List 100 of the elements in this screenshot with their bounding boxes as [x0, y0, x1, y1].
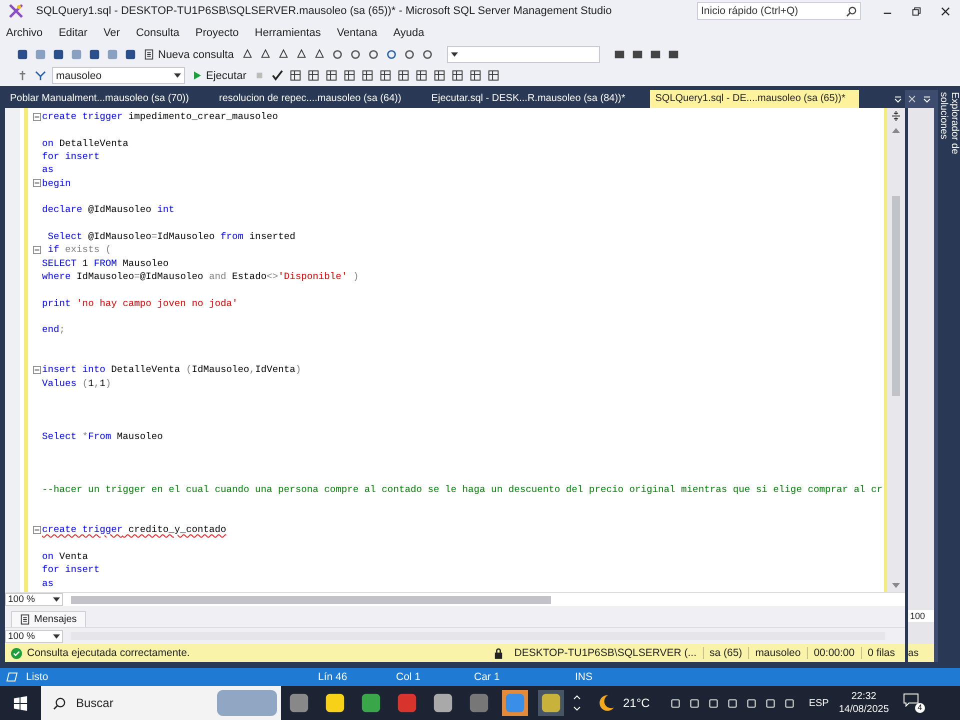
user-name: sa (65)	[704, 647, 750, 659]
code-line: Select *From Mausoleo	[42, 431, 163, 442]
menu-item[interactable]: Consulta	[136, 27, 180, 39]
split-icon[interactable]	[890, 110, 902, 122]
code-line: as	[42, 164, 54, 176]
solution-explorer-tab[interactable]: Explorador de soluciones	[938, 92, 960, 182]
zoom-dropdown[interactable]: 100 %	[5, 630, 63, 642]
scroll-arrows-icon[interactable]	[573, 693, 581, 713]
grid-icon[interactable]	[451, 69, 464, 82]
document-tab[interactable]: Poblar Manualment...mausoleo (sa (70))	[5, 90, 194, 108]
grid-icon[interactable]	[415, 69, 428, 82]
code-line: create trigger impedimento_crear_mausoleo	[42, 111, 278, 122]
weather-temperature[interactable]: 21°C	[623, 696, 650, 710]
line-number: Lín 46	[318, 671, 348, 683]
grid-icon[interactable]	[469, 69, 482, 82]
code-line: for insert	[42, 151, 100, 162]
document-icon	[144, 49, 154, 60]
lock-icon	[494, 648, 504, 658]
collapse-icon[interactable]	[33, 526, 41, 534]
dropdown-arrow-icon	[450, 52, 458, 57]
tab-list-icon[interactable]	[893, 94, 904, 104]
new-query-button[interactable]: Nueva consulta	[142, 48, 236, 60]
server-name: DESKTOP-TU1P6SB\SQLSERVER (...	[508, 647, 704, 659]
code-line: Values (1,1)	[42, 378, 112, 389]
clock[interactable]: 22:32 14/08/2025	[838, 690, 889, 716]
grid-icon[interactable]	[307, 69, 320, 82]
code-line: end;	[42, 324, 66, 336]
code-line: as	[42, 578, 54, 589]
status-text: as	[908, 648, 919, 658]
check-icon[interactable]	[271, 69, 284, 82]
status-icon	[6, 672, 18, 682]
dropdown-arrow-icon	[174, 73, 181, 78]
code-line: begin	[42, 178, 71, 189]
grid-icon[interactable]	[361, 69, 374, 82]
document-tab[interactable]: Ejecutar.sql - DESK...R.mausoleo (sa (84))*	[426, 90, 630, 108]
windows-start-icon[interactable]	[13, 696, 28, 710]
code-line: on DetalleVenta	[42, 138, 128, 149]
search-icon	[53, 696, 66, 710]
code-line: for insert	[42, 564, 100, 576]
close-icon[interactable]	[940, 6, 951, 16]
grid-icon[interactable]	[379, 69, 392, 82]
collapse-icon[interactable]	[33, 112, 41, 121]
grid-icon[interactable]	[343, 69, 356, 82]
status-text: Listo	[26, 671, 50, 683]
menu-item[interactable]: Ver	[103, 27, 120, 39]
menu-item[interactable]: Editar	[58, 27, 88, 39]
chat-icon	[902, 693, 919, 707]
execute-button[interactable]: Ejecutar	[190, 70, 248, 82]
code-line: where IdMausoleo=@IdMausoleo and Estado<>'Disponible' )	[42, 271, 359, 282]
moon-icon	[597, 694, 615, 712]
window-title: SQLQuery1.sql - DESKTOP-TU1P6SB\SQLSERVER.mausoleo (sa (65))* - Microsoft SQL Server Management Studio	[36, 5, 613, 17]
menu-item[interactable]: Archivo	[6, 27, 43, 39]
collapse-icon[interactable]	[33, 366, 41, 374]
messages-tab[interactable]: Mensajes	[11, 611, 86, 627]
menu-item[interactable]: Ayuda	[393, 27, 424, 39]
app-icon[interactable]	[538, 690, 564, 716]
document-tab[interactable]: resolucion de repec....mausoleo (sa (64))	[214, 90, 406, 108]
row-count: 0 filas	[866, 647, 896, 659]
grid-icon[interactable]	[433, 69, 446, 82]
scroll-down-icon[interactable]	[892, 583, 900, 589]
grid-icon[interactable]	[325, 69, 338, 82]
code-line: Select @IdMausoleo=IdMausoleo from inserted	[46, 231, 296, 242]
menu-item[interactable]: Ventana	[336, 27, 378, 39]
scroll-thumb[interactable]	[71, 596, 551, 604]
insert-mode: INS	[575, 671, 594, 683]
collapse-icon[interactable]	[33, 246, 41, 254]
code-line: create trigger credito_y_contado	[42, 524, 226, 536]
menu-item[interactable]: Herramientas	[254, 27, 321, 39]
success-icon	[11, 648, 22, 658]
restore-icon[interactable]	[911, 6, 922, 16]
notification-button[interactable]: 4	[902, 693, 925, 713]
elapsed-time: 00:00:00	[808, 647, 862, 659]
code-line: if exists (	[46, 244, 112, 256]
grid-icon[interactable]	[397, 69, 410, 82]
column-number: Col 1	[396, 671, 422, 683]
code-line: on Venta	[42, 550, 88, 562]
zoom-dropdown[interactable]: 100 %	[5, 593, 63, 606]
pane-menu-icon[interactable]	[922, 94, 932, 104]
search-highlight-picture	[217, 690, 277, 716]
status-message: Consulta ejecutada correctamente.	[27, 647, 191, 659]
document-tab[interactable]: SQLQuery1.sql - DE....mausoleo (sa (65))*	[650, 90, 860, 108]
document-icon	[20, 614, 30, 625]
database-name: mausoleo	[749, 647, 808, 659]
quick-launch-field[interactable]: Inicio rápido (Ctrl+Q)	[697, 2, 861, 20]
zoom-level: 100	[908, 610, 934, 622]
dropdown-arrow-icon	[53, 634, 60, 638]
scroll-thumb[interactable]	[892, 196, 900, 396]
notification-count: 4	[914, 703, 925, 713]
scroll-up-icon[interactable]	[892, 127, 900, 133]
collapse-icon[interactable]	[33, 179, 41, 188]
code-line: --hacer un trigger en el cual cuando una persona compre al contado se le haga un descuento del precio original mientras que si elige comprar al cr	[42, 484, 883, 496]
grid-icon[interactable]	[289, 69, 302, 82]
code-line: insert into DetalleVenta (IdMausoleo,IdVenta)	[42, 364, 302, 376]
dropdown-arrow-icon	[53, 597, 60, 602]
app-logo-icon	[8, 3, 24, 19]
grid-icon[interactable]	[487, 69, 500, 82]
language-indicator[interactable]: ESP	[808, 698, 829, 708]
menu-item[interactable]: Proyecto	[195, 27, 239, 39]
taskbar-search-field[interactable]: Buscar	[41, 686, 281, 720]
database-dropdown[interactable]: mausoleo	[52, 67, 185, 84]
